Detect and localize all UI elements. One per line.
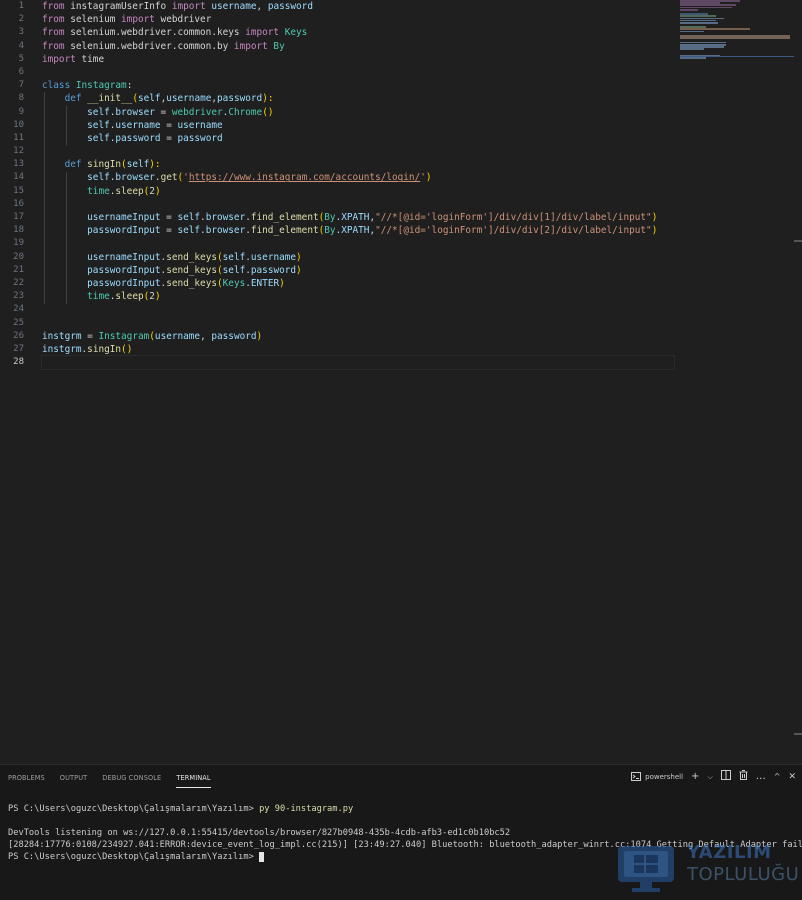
line-number: 28 bbox=[13, 357, 24, 368]
code-line-5: import time bbox=[42, 53, 105, 65]
minimap[interactable] bbox=[680, 0, 794, 60]
code-line-27: instgrm.singIn() bbox=[42, 343, 133, 355]
line-number: 3 bbox=[18, 27, 24, 38]
line-number: 17 bbox=[13, 212, 24, 222]
new-terminal-button[interactable]: + bbox=[691, 771, 699, 783]
line-number: 20 bbox=[13, 251, 24, 262]
line-number: 16 bbox=[13, 198, 24, 209]
code-line-28[interactable] bbox=[41, 355, 675, 371]
scrollbar-marker bbox=[794, 733, 802, 735]
minimap-line bbox=[680, 48, 704, 50]
line-number: 19 bbox=[13, 238, 24, 249]
line-number: 10 bbox=[13, 119, 24, 130]
trash-icon[interactable] bbox=[739, 770, 748, 784]
code-line-21: passwordInput.send_keys(self.password) bbox=[87, 264, 302, 276]
line-number: 15 bbox=[13, 185, 24, 196]
line-number: 11 bbox=[13, 132, 24, 143]
tab-problems[interactable]: PROBLEMS bbox=[8, 773, 45, 787]
line-number: 26 bbox=[13, 330, 24, 341]
close-icon[interactable]: ✕ bbox=[788, 771, 796, 783]
minimap-slider[interactable] bbox=[680, 56, 794, 57]
terminal-line: PS C:\Users\oguzc\Desktop\Çalışmalarım\Y… bbox=[8, 804, 354, 814]
code-line-7: class Instagram: bbox=[42, 80, 133, 92]
code-area[interactable]: from instagramUserInfo import username, … bbox=[41, 0, 682, 371]
line-number: 24 bbox=[13, 304, 24, 315]
panel-actions: powershell + ⌵ … ^ ✕ bbox=[631, 770, 796, 784]
terminal-shell-selector[interactable]: powershell bbox=[631, 771, 684, 783]
maximize-panel-icon[interactable]: ^ bbox=[774, 771, 781, 783]
line-number: 1 bbox=[18, 1, 24, 11]
code-line-22: passwordInput.send_keys(Keys.ENTER) bbox=[87, 277, 285, 289]
line-number: 25 bbox=[13, 317, 24, 328]
line-number: 5 bbox=[18, 53, 24, 64]
line-number: 12 bbox=[13, 146, 24, 157]
minimap-line bbox=[680, 37, 790, 39]
split-terminal-icon[interactable] bbox=[720, 770, 731, 784]
more-actions-icon[interactable]: … bbox=[756, 771, 766, 783]
panel-tabs: PROBLEMS OUTPUT DEBUG CONSOLE TERMINAL bbox=[8, 773, 226, 788]
watermark-line1: YAZILIM bbox=[687, 842, 772, 863]
minimap-line bbox=[680, 8, 698, 11]
tab-output[interactable]: OUTPUT bbox=[60, 773, 87, 787]
scrollbar-marker bbox=[794, 240, 802, 242]
minimap-line bbox=[680, 30, 704, 33]
code-line-2: from selenium import webdriver bbox=[42, 14, 212, 26]
code-line-11: self.password = password bbox=[87, 132, 223, 144]
code-editor[interactable]: 1 2 3 4 5 6 7 8 9 10 11 12 13 14 15 16 17 18 19 20 21 22 23 24 2… bbox=[0, 0, 802, 764]
line-number: 6 bbox=[18, 66, 24, 77]
code-line-4: from selenium.webdriver.common.by import… bbox=[42, 40, 285, 52]
code-line-26: instgrm = Instagram(username, password) bbox=[42, 330, 263, 342]
shell-name: powershell bbox=[645, 773, 684, 781]
line-number: 21 bbox=[13, 264, 24, 275]
tab-debug-console[interactable]: DEBUG CONSOLE bbox=[102, 773, 161, 787]
line-number: 4 bbox=[18, 40, 24, 51]
line-number: 18 bbox=[13, 225, 24, 236]
monitor-logo-icon bbox=[618, 846, 674, 892]
line-number: 22 bbox=[13, 277, 24, 288]
code-line-20: usernameInput.send_keys(self.username) bbox=[87, 251, 302, 263]
line-number: 23 bbox=[13, 291, 24, 302]
tab-terminal[interactable]: TERMINAL bbox=[176, 773, 211, 788]
line-number: 9 bbox=[18, 106, 24, 117]
code-line-15: time.sleep(2) bbox=[87, 185, 161, 197]
line-number: 27 bbox=[13, 343, 24, 354]
minimap-line bbox=[680, 21, 718, 24]
line-number: 14 bbox=[13, 172, 24, 183]
url-link[interactable]: https://www.instagram.com/accounts/login… bbox=[189, 172, 420, 183]
terminal-line: DevTools listening on ws://127.0.0.1:554… bbox=[8, 828, 511, 838]
code-line-13: def singIn(self): bbox=[64, 159, 161, 171]
terminal-cursor bbox=[259, 851, 265, 862]
code-line-1: from instagramUserInfo import username, … bbox=[42, 1, 313, 12]
code-line-8: def __init__(self,username,password): bbox=[64, 93, 274, 105]
code-line-10: self.username = username bbox=[87, 119, 223, 131]
chevron-down-icon[interactable]: ⌵ bbox=[707, 771, 712, 783]
code-line-17: usernameInput = self.browser.find_elemen… bbox=[87, 212, 658, 223]
code-line-14: self.browser.get('https://www.instagram.… bbox=[87, 172, 432, 184]
minimap-line bbox=[680, 56, 706, 59]
code-line-3: from selenium.webdriver.common.keys impo… bbox=[42, 27, 308, 39]
line-number: 8 bbox=[18, 93, 24, 104]
line-number: 2 bbox=[18, 14, 24, 25]
watermark-line2: TOPLULUĞU bbox=[687, 864, 800, 885]
watermark-logo: YAZILIM TOPLULUĞU bbox=[612, 840, 802, 896]
code-line-18: passwordInput = self.browser.find_elemen… bbox=[87, 225, 658, 237]
code-line-9: self.browser = webdriver.Chrome() bbox=[87, 106, 274, 118]
terminal-icon bbox=[631, 771, 642, 783]
line-number: 7 bbox=[18, 80, 24, 91]
line-number: 13 bbox=[13, 159, 24, 170]
line-number-gutter: 1 2 3 4 5 6 7 8 9 10 11 12 13 14 15 16 17 18 19 20 21 22 23 24 2… bbox=[0, 0, 32, 369]
code-line-23: time.sleep(2) bbox=[87, 291, 161, 303]
